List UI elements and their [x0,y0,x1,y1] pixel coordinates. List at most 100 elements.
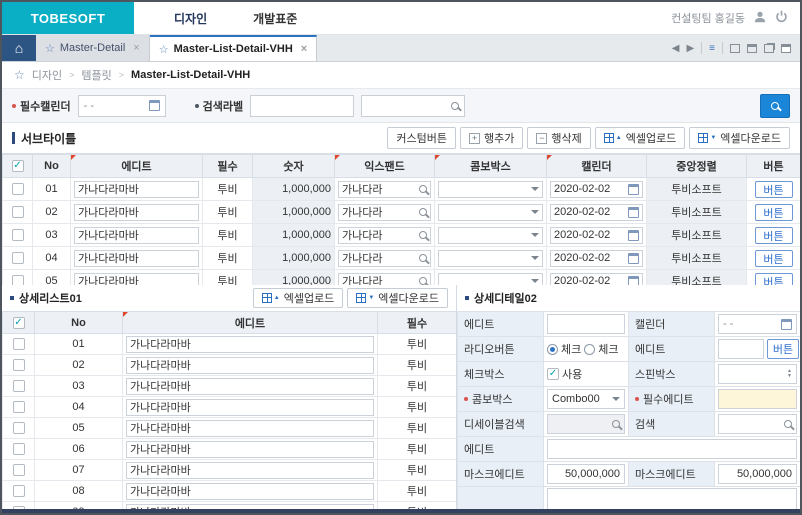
row-checkbox[interactable] [13,485,25,497]
favorite-star-icon[interactable]: ☆ [45,42,55,55]
breadcrumb-item[interactable]: 템플릿 [81,67,111,83]
filter-date-input[interactable]: - - [78,95,166,117]
excel-download-button[interactable]: ▼엑셀다운로드 [689,127,790,149]
edit-cell-input[interactable] [126,462,374,479]
spin-field[interactable]: ▲▼ [718,364,797,384]
row-checkbox[interactable] [13,464,25,476]
calendar-cell[interactable]: 2020-02-02 [550,204,643,221]
column-header-no[interactable]: No [35,312,123,334]
expand-cell[interactable]: 가나다라 [338,227,431,244]
row-checkbox[interactable] [12,229,24,241]
spinner-arrows[interactable]: ▲▼ [787,369,792,379]
home-button[interactable]: ⌂ [2,35,36,61]
row-checkbox[interactable] [13,338,25,350]
combo-cell[interactable] [438,273,543,286]
keyword-search-input-2[interactable] [361,95,465,117]
custom-button[interactable]: 커스텀버튼 [387,127,456,149]
calendar-field[interactable]: - - [718,314,797,334]
row-checkbox[interactable] [12,183,24,195]
excel-upload-button[interactable]: ▲엑셀업로드 [595,127,686,149]
search-button[interactable] [760,94,790,118]
radio-unselected[interactable] [584,344,595,355]
edit-cell-input[interactable] [126,378,374,395]
select-all-checkbox[interactable]: ✓ [12,160,24,172]
next-tab-icon[interactable]: ▶ [686,43,694,54]
expand-cell[interactable]: 가나다라 [338,250,431,267]
row-checkbox[interactable] [13,380,25,392]
column-header-button[interactable]: 버튼 [747,155,801,178]
add-row-button[interactable]: +행추가 [460,127,523,149]
window-layout-icon-1[interactable] [730,44,740,53]
edit-cell-input[interactable] [126,420,374,437]
logout-power-icon[interactable] [775,10,788,26]
window-cascade-icon[interactable] [764,44,774,53]
window-layout-icon-2[interactable] [747,44,757,53]
person-icon[interactable] [753,10,767,27]
menu-item-design[interactable]: 디자인 [174,10,207,27]
row-checkbox[interactable] [12,275,24,285]
keyword-input-1[interactable] [250,95,354,117]
cell-button[interactable]: 버튼 [755,227,793,244]
combo-field[interactable]: Combo00 [547,389,625,409]
column-header-expand[interactable]: 익스팬드 [335,155,435,178]
breadcrumb-item[interactable]: 디자인 [32,67,62,83]
required-edit-field[interactable] [718,389,797,409]
row-checkbox[interactable] [13,401,25,413]
search-field[interactable] [718,414,797,434]
close-icon[interactable]: × [133,42,139,54]
column-header-required[interactable]: 필수 [378,312,457,334]
calendar-cell[interactable]: 2020-02-02 [550,273,643,286]
menu-item-dev-standard[interactable]: 개발표준 [253,10,297,27]
row-checkbox[interactable] [12,206,24,218]
prev-tab-icon[interactable]: ◀ [672,43,680,54]
column-header-number[interactable]: 숫자 [253,155,335,178]
tab-master-list-detail-vhh[interactable]: ☆ Master-List-Detail-VHH × [150,35,318,61]
select-all-checkbox[interactable]: ✓ [13,317,25,329]
tab-master-detail[interactable]: ☆ Master-Detail × [36,35,150,61]
bookmark-star-icon[interactable]: ☆ [14,68,25,82]
row-checkbox[interactable] [13,422,25,434]
row-checkbox[interactable] [13,359,25,371]
edit-cell-input[interactable] [74,227,199,244]
calendar-cell[interactable]: 2020-02-02 [550,250,643,267]
cell-button[interactable]: 버튼 [755,273,793,286]
edit-cell-input[interactable] [74,273,199,286]
expand-cell[interactable]: 가나다라 [338,273,431,286]
close-icon[interactable]: × [301,43,307,55]
column-header-edit[interactable]: 에디트 [71,155,203,178]
edit-field[interactable] [547,314,625,334]
combo-cell[interactable] [438,227,543,244]
column-header-center[interactable]: 중앙정렬 [647,155,747,178]
edit-cell-input[interactable] [74,250,199,267]
combo-cell[interactable] [438,181,543,198]
column-header-edit[interactable]: 에디트 [123,312,378,334]
calendar-cell[interactable]: 2020-02-02 [550,227,643,244]
use-checkbox[interactable]: ✓ [547,368,559,380]
mask-edit-field-1[interactable] [547,464,625,484]
radio-selected[interactable] [547,344,558,355]
edit-cell-input[interactable] [126,399,374,416]
cell-button[interactable]: 버튼 [755,181,793,198]
row-checkbox[interactable] [12,252,24,264]
excel-download-button[interactable]: ▼엑셀다운로드 [347,288,448,308]
edit-cell-input[interactable] [74,204,199,221]
edit-field-wide[interactable] [547,439,797,459]
mask-edit-field-2[interactable] [718,464,797,484]
favorite-star-icon[interactable]: ☆ [159,43,169,56]
column-header-calendar[interactable]: 캘린더 [547,155,647,178]
row-checkbox[interactable] [13,443,25,455]
excel-upload-button[interactable]: ▲엑셀업로드 [253,288,344,308]
calendar-icon[interactable] [149,100,160,111]
cell-button[interactable]: 버튼 [755,250,793,267]
expand-cell[interactable]: 가나다라 [338,204,431,221]
column-header-combo[interactable]: 콤보박스 [435,155,547,178]
window-tile-icon[interactable] [781,44,791,53]
form-button[interactable]: 버튼 [767,339,799,359]
column-header-required[interactable]: 필수 [203,155,253,178]
edit-cell-input[interactable] [126,357,374,374]
edit-cell-input[interactable] [126,441,374,458]
edit-cell-input[interactable] [126,483,374,500]
combo-cell[interactable] [438,204,543,221]
column-header-no[interactable]: No [33,155,71,178]
delete-row-button[interactable]: −행삭제 [527,127,590,149]
